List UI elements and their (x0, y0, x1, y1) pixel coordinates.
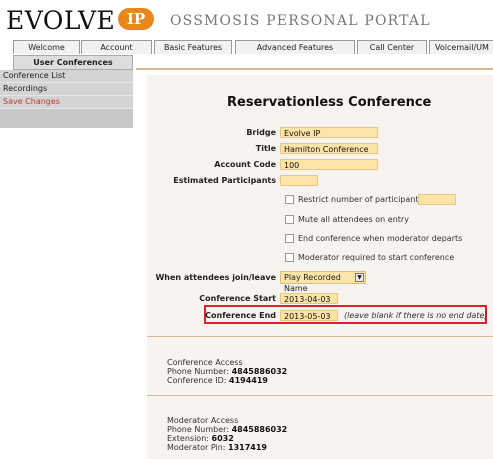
subtab-divider (136, 68, 493, 70)
bridge-label: Bridge (246, 128, 276, 137)
main-tabs: Welcome Account Basic Features Advanced … (13, 40, 493, 54)
conference-start-label: Conference Start (199, 294, 276, 303)
estimated-participants-field[interactable] (280, 175, 318, 186)
chevron-down-icon[interactable]: ▼ (355, 273, 364, 282)
sidebar-item-recordings[interactable]: Recordings (0, 83, 133, 96)
restrict-participants-label: Restrict number of participants (298, 195, 423, 204)
moderator-access-block: Moderator Access Phone Number: 484588603… (167, 416, 287, 452)
conference-access-block: Conference Access Phone Number: 48458860… (167, 358, 287, 385)
moderator-access-heading: Moderator Access (167, 416, 239, 425)
restrict-participants-field[interactable] (418, 194, 456, 205)
logo: EVOLVE (6, 6, 116, 35)
moderator-access-pin: Moderator Pin: 1317419 (167, 443, 267, 452)
header: EVOLVE IP OSSMOSIS PERSONAL PORTAL (0, 0, 493, 38)
title-label: Title (255, 144, 276, 153)
end-on-moderator-label: End conference when moderator departs (298, 234, 463, 243)
moderator-required-label: Moderator required to start conference (298, 253, 455, 262)
conference-access-id: Conference ID: 4194419 (167, 376, 268, 385)
title-field[interactable]: Hamilton Conference (280, 143, 378, 154)
divider (147, 395, 493, 396)
sidebar-item-conference-list[interactable]: Conference List (0, 70, 133, 83)
moderator-access-phone: Phone Number: 4845886032 (167, 425, 288, 434)
subtab-user-conferences[interactable]: User Conferences (13, 55, 133, 70)
tab-advanced-features[interactable]: Advanced Features (235, 40, 355, 54)
tab-call-center[interactable]: Call Center (357, 40, 427, 54)
tab-welcome[interactable]: Welcome (13, 40, 80, 54)
conference-panel: Reservationless Conference Bridge Evolve… (147, 75, 493, 459)
logo-badge: IP (118, 8, 154, 30)
join-leave-value: Play Recorded Name (284, 273, 341, 293)
tab-account[interactable]: Account (81, 40, 152, 54)
join-leave-select[interactable]: Play Recorded Name ▼ (280, 271, 366, 293)
account-code-field[interactable]: 100 (280, 159, 378, 170)
estimated-participants-label: Estimated Participants (173, 176, 276, 185)
sidebar-item-save-changes[interactable]: Save Changes (0, 96, 133, 109)
conference-access-phone: Phone Number: 4845886032 (167, 367, 288, 376)
conference-start-field[interactable]: 2013-04-03 (280, 293, 338, 304)
end-on-moderator-checkbox[interactable] (285, 234, 294, 243)
mute-attendees-label: Mute all attendees on entry (298, 215, 409, 224)
divider (147, 336, 493, 337)
portal-title: OSSMOSIS PERSONAL PORTAL (170, 13, 431, 29)
tab-basic-features[interactable]: Basic Features (154, 40, 232, 54)
join-leave-label: When attendees join/leave (155, 273, 276, 282)
moderator-required-checkbox[interactable] (285, 253, 294, 262)
tab-voicemail[interactable]: Voicemail/UM (429, 40, 493, 54)
conference-end-field[interactable]: 2013-05-03 (280, 310, 338, 321)
account-code-label: Account Code (214, 160, 276, 169)
moderator-access-extension: Extension: 6032 (167, 434, 234, 443)
conference-access-heading: Conference Access (167, 358, 243, 367)
restrict-participants-checkbox[interactable] (285, 195, 294, 204)
page-title: Reservationless Conference (227, 95, 432, 110)
bridge-field[interactable]: Evolve IP (280, 127, 378, 138)
mute-attendees-checkbox[interactable] (285, 215, 294, 224)
conference-end-hint: (leave blank if there is no end date) (344, 311, 488, 320)
sidebar: Conference List Recordings Save Changes (0, 70, 133, 128)
conference-end-label: Conference End (205, 311, 276, 320)
